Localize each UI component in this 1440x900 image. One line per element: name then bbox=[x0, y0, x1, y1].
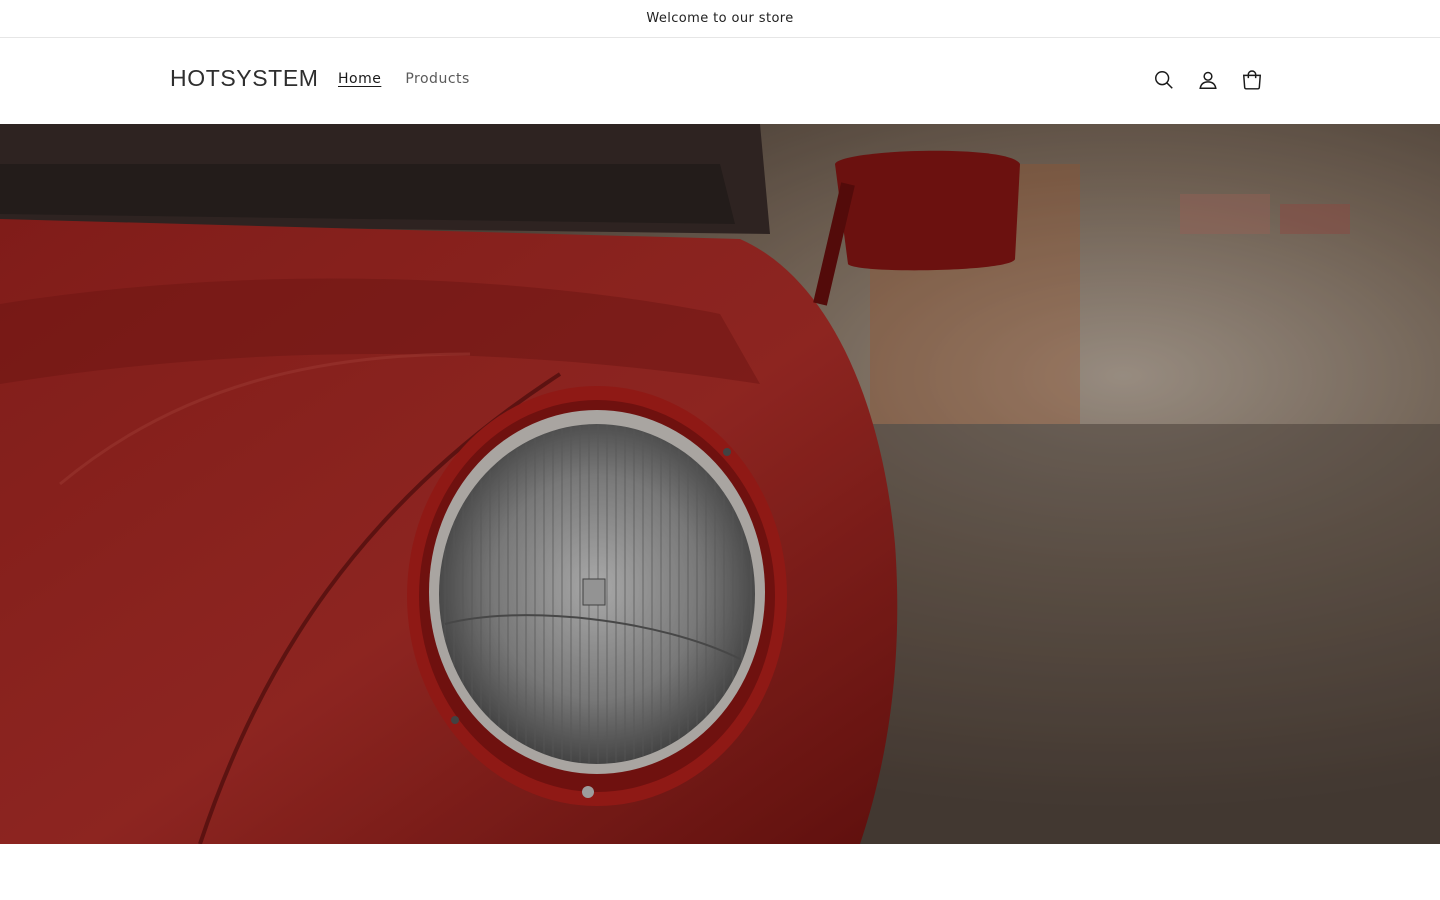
announcement-text: Welcome to our store bbox=[646, 11, 794, 26]
search-icon[interactable] bbox=[1152, 68, 1176, 92]
hero-banner bbox=[0, 124, 1440, 844]
account-icon[interactable] bbox=[1196, 68, 1220, 92]
main-nav: Home Products bbox=[338, 71, 470, 87]
nav-link-home[interactable]: Home bbox=[338, 71, 381, 87]
site-header: HOTSYSTEM Home Products bbox=[0, 38, 1440, 124]
announcement-bar: Welcome to our store bbox=[0, 0, 1440, 38]
hero-overlay bbox=[0, 124, 1440, 844]
nav-link-products[interactable]: Products bbox=[405, 71, 469, 87]
header-icons bbox=[1152, 68, 1264, 92]
store-logo[interactable]: HOTSYSTEM bbox=[170, 65, 319, 92]
cart-icon[interactable] bbox=[1240, 68, 1264, 92]
